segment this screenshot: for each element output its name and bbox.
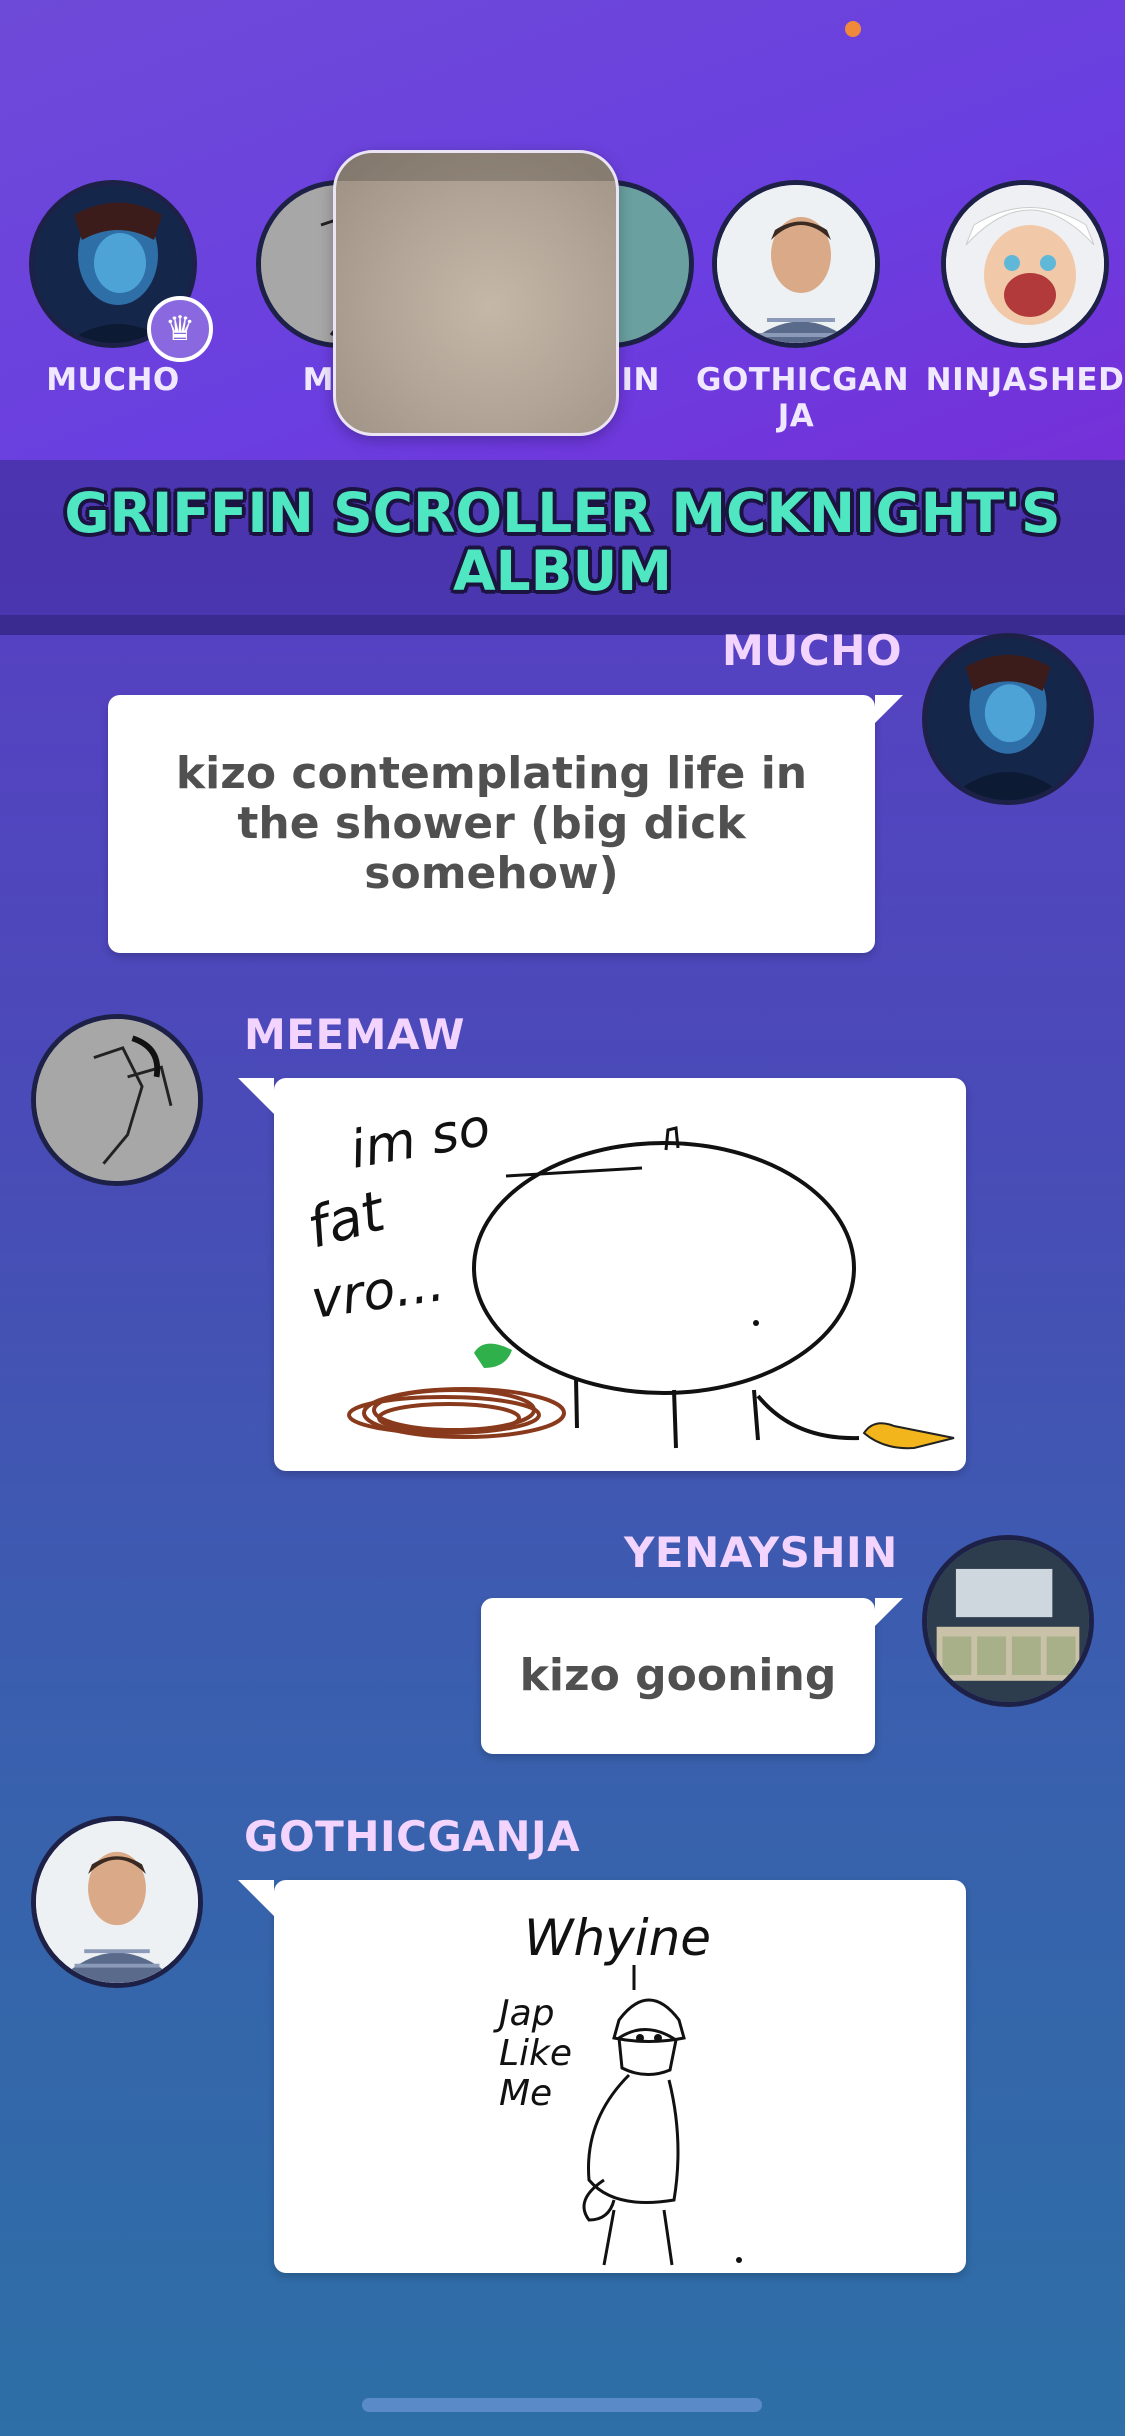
recording-indicator [845,21,861,37]
message-bubble: kizo contemplating life in the shower (b… [108,695,903,953]
avatar [922,1535,1094,1707]
drawing-text: Me [499,2073,552,2114]
drawing-text: fat [301,1179,393,1262]
drawing-text: im so [346,1097,495,1180]
player-name: GOTHICGAN JA [696,362,910,434]
drawing-text: Like [499,2033,572,2074]
message-drawing: im so fat vro... [238,1078,966,1471]
avatar [922,633,1094,805]
album-title: GRIFFIN SCROLLER MCKNIGHT'S ALBUM [64,481,1061,603]
drawing-text: Jap [493,1993,555,2034]
avatar [941,180,1109,348]
message-drawing: Whyine Jap Like Me [238,1880,966,2273]
drawing-text: Whyine [524,1909,711,1967]
message-author: GOTHICGANJA [244,1812,581,1861]
avatar [31,1816,203,1988]
drawing-text: vro... [307,1253,448,1331]
crown-icon: ♛ [147,296,213,362]
drawing-canvas: im so fat vro... [301,1097,955,1450]
player-name: MUCHO [46,362,180,398]
player-gothicganja[interactable]: GOTHICGAN JA [696,180,910,434]
avatar [712,180,880,348]
message-author: MEEMAW [244,1010,465,1059]
message-author: MUCHO [722,626,903,675]
camera-preview[interactable] [333,150,619,436]
message-text: kizo gooning [519,1650,837,1701]
player-mucho[interactable]: MUCHO [13,180,213,398]
message-bubble: kizo gooning [481,1598,903,1754]
home-indicator[interactable] [362,2398,762,2412]
message-author: YENAYSHIN [624,1528,898,1577]
player-name: NINJASHED [925,362,1125,398]
player-ninjashed[interactable]: NINJASHED [925,180,1125,398]
avatar [31,1014,203,1186]
message-text: kizo contemplating life in the shower (b… [175,748,808,899]
drawing-canvas: Whyine Jap Like Me [493,1909,742,2266]
